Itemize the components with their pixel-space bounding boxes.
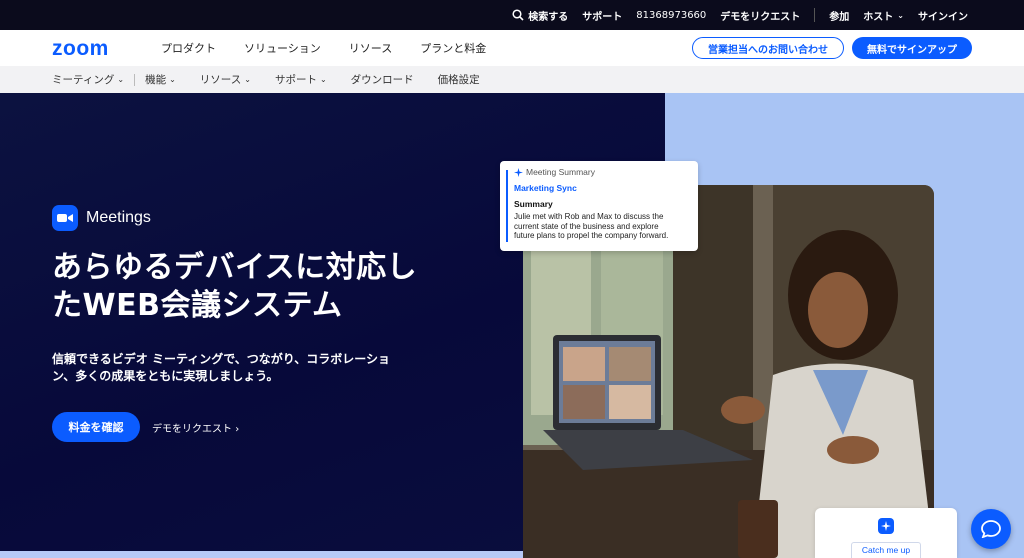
- chevron-down-icon: ⌄: [169, 75, 176, 84]
- demo-link-label: デモをリクエスト: [152, 424, 232, 435]
- summary-body: Julie met with Rob and Max to discuss th…: [514, 212, 690, 241]
- subnav-label: 機能: [145, 74, 167, 86]
- subnav-item-meetings[interactable]: ミーティング ⌄: [52, 72, 124, 87]
- chevron-down-icon: ⌄: [319, 75, 327, 84]
- subnav-item-features[interactable]: 機能 ⌄: [145, 72, 176, 87]
- summary-line: future plans to propel the company forwa…: [514, 231, 669, 240]
- summary-header-label: Meeting Summary: [526, 167, 595, 177]
- divider: [814, 8, 816, 22]
- support-link[interactable]: サポート: [582, 8, 622, 23]
- host-label: ホスト: [863, 11, 894, 23]
- chevron-down-icon: ⌄: [897, 10, 904, 20]
- main-nav-links: プロダクト ソリューション リソース プランと料金: [161, 40, 486, 56]
- signup-free-button[interactable]: 無料でサインアップ: [852, 37, 972, 59]
- catch-me-up-button[interactable]: Catch me up: [851, 542, 921, 558]
- summary-line: Julie met with Rob and Max to discuss th…: [514, 212, 664, 221]
- chevron-down-icon: ⌄: [244, 75, 251, 84]
- headline-line: あらゆるデバイスに対応し: [52, 250, 418, 285]
- subnav-label: リソース: [199, 74, 242, 86]
- request-demo-link[interactable]: デモをリクエスト: [720, 8, 800, 23]
- sub-nav: ミーティング ⌄ 機能 ⌄ リソース ⌄ サポート ⌄ ダウンロード 価格設定: [0, 66, 1024, 93]
- ai-sparkle-icon: [878, 518, 894, 534]
- hero-description: 信頼できるビデオ ミーティングで、つながり、コラボレーショ ン、多くの成果をとも…: [52, 351, 442, 385]
- summary-section-title: Summary: [514, 199, 553, 209]
- search-icon: [512, 9, 524, 21]
- nav-item-solutions[interactable]: ソリューション: [244, 40, 321, 56]
- summary-line: current state of the business and explor…: [514, 221, 659, 231]
- contact-sales-button[interactable]: 営業担当へのお問い合わせ: [692, 37, 844, 59]
- product-badge: Meetings: [52, 205, 151, 231]
- chevron-down-icon: ⌄: [117, 75, 125, 84]
- hero-headline: あらゆるデバイスに対応し たWEB会議システム: [52, 249, 472, 325]
- phone-number[interactable]: 81368973660: [636, 10, 706, 21]
- nav-item-products[interactable]: プロダクト: [161, 40, 216, 56]
- product-name: Meetings: [86, 209, 151, 226]
- video-camera-icon: [52, 205, 78, 231]
- search-label: 検索する: [528, 11, 569, 23]
- chevron-right-icon: ›: [235, 424, 240, 435]
- main-nav: zoom プロダクト ソリューション リソース プランと料金 営業担当へのお問い…: [0, 30, 1024, 66]
- description-line: ン、多くの成果をともに実現しましょう。: [52, 369, 279, 383]
- nav-item-pricing[interactable]: プランと料金: [420, 40, 486, 56]
- nav-item-resources[interactable]: リソース: [349, 40, 392, 56]
- subnav-label: サポート: [274, 74, 317, 86]
- chat-support-button[interactable]: [971, 509, 1011, 549]
- hero-bottom-strip: [0, 551, 523, 558]
- zoom-logo[interactable]: zoom: [52, 38, 130, 58]
- accent-bar: [506, 170, 508, 242]
- subnav-item-resources[interactable]: リソース ⌄: [200, 72, 251, 87]
- join-link[interactable]: 参加: [829, 8, 849, 23]
- subnav-item-pricing[interactable]: 価格設定: [438, 72, 480, 87]
- subnav-item-support[interactable]: サポート ⌄: [275, 72, 327, 87]
- description-line: 信頼できるビデオ ミーティングで、つながり、コラボレーショ: [52, 352, 391, 366]
- subnav-label: ミーティング: [52, 74, 115, 86]
- sparkle-icon: [514, 167, 523, 177]
- summary-header: Meeting Summary: [514, 167, 690, 177]
- headline-line: たWEB会議システム: [52, 288, 343, 323]
- hero-section: Meetings あらゆるデバイスに対応し たWEB会議システム 信頼できるビデ…: [0, 93, 1024, 558]
- request-demo-hero-link[interactable]: デモをリクエスト ›: [152, 420, 239, 435]
- search-button[interactable]: 検索する: [512, 8, 568, 23]
- divider: [134, 73, 136, 86]
- view-pricing-button[interactable]: 料金を確認: [52, 412, 140, 442]
- meeting-summary-card: Meeting Summary Marketing Sync Summary J…: [500, 161, 698, 251]
- utility-bar: 検索する サポート 81368973660 デモをリクエスト 参加 ホスト ⌄ …: [0, 0, 1024, 30]
- catch-me-up-card: Catch me up: [815, 508, 957, 558]
- subnav-item-download[interactable]: ダウンロード: [351, 72, 414, 87]
- host-menu[interactable]: ホスト ⌄: [863, 8, 904, 23]
- svg-text:zoom: zoom: [52, 38, 109, 58]
- meeting-name: Marketing Sync: [514, 183, 577, 193]
- chat-icon: [981, 520, 1001, 538]
- sign-in-link[interactable]: サインイン: [918, 8, 968, 23]
